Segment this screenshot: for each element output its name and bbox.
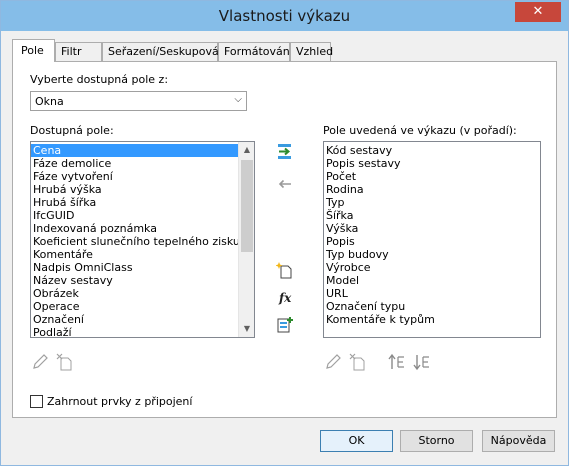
list-item[interactable]: Koeficient slunečního tepelného zisku (31, 235, 254, 248)
list-item[interactable]: Počet (324, 170, 540, 183)
source-value: Okna (35, 95, 64, 108)
edit-parameter-icon (326, 354, 341, 369)
move-down-icon (413, 355, 429, 371)
list-item[interactable]: Indexovaná poznámka (31, 222, 254, 235)
delete-available-button[interactable] (56, 353, 74, 371)
edit-parameter-icon (33, 354, 48, 369)
tab-formatovani[interactable]: Formátování (218, 42, 293, 61)
list-item[interactable]: Označení typu (324, 300, 540, 313)
list-item[interactable]: Popis sestavy (324, 157, 540, 170)
list-item[interactable]: Kód sestavy (324, 144, 540, 157)
add-parameter-button[interactable] (276, 143, 294, 161)
list-item[interactable]: Název sestavy (31, 274, 254, 287)
move-up-button[interactable] (388, 353, 406, 371)
available-scrollbar[interactable]: ▲ ▼ (238, 142, 254, 337)
scroll-up-icon[interactable]: ▲ (239, 142, 254, 158)
scheduled-fields-list[interactable]: Kód sestavy Popis sestavy Počet Rodina Typ Ší… (323, 141, 541, 338)
move-down-button[interactable] (413, 353, 431, 371)
scheduled-fields-label: Pole uvedená ve výkazu (v pořadí): (323, 124, 517, 137)
list-item[interactable]: Rodina (324, 183, 540, 196)
delete-parameter-icon (56, 353, 72, 371)
list-item[interactable]: Komentáře (31, 248, 254, 261)
list-item[interactable]: Komentáře k typům (324, 313, 540, 326)
move-up-icon (388, 353, 404, 369)
title-bar: Vlastnosti výkazu ✕ (1, 1, 568, 31)
tab-vzhled[interactable]: Vzhled (290, 42, 333, 61)
combine-parameters-button[interactable] (276, 316, 294, 334)
list-item[interactable]: Fáze vytvoření (31, 170, 254, 183)
list-item[interactable]: Typ (324, 196, 540, 209)
add-parameter-icon (278, 144, 291, 159)
window-title: Vlastnosti výkazu (218, 7, 351, 25)
tab-pole[interactable]: Pole (12, 39, 55, 62)
list-item[interactable]: Hrubá výška (31, 183, 254, 196)
calculated-value-icon: fx (278, 291, 292, 305)
scroll-down-icon[interactable]: ▼ (239, 321, 254, 337)
list-item[interactable]: Výška (324, 222, 540, 235)
remove-parameter-icon (278, 179, 291, 189)
list-item[interactable]: Obrázek (31, 287, 254, 300)
list-item[interactable]: Nadpis OmniClass (31, 261, 254, 274)
list-item[interactable]: Model (324, 274, 540, 287)
combine-parameters-icon (277, 317, 293, 333)
tab-razeni[interactable]: Seřazení/Seskupování (102, 42, 229, 61)
chevron-down-icon: ⌵ (234, 94, 242, 105)
list-item[interactable]: Fáze demolice (31, 157, 254, 170)
dialog-window: Vlastnosti výkazu ✕ Pole Filtr Seřazení/… (0, 0, 569, 466)
calculated-value-button[interactable]: fx (276, 289, 294, 307)
list-item[interactable]: Operace (31, 300, 254, 313)
available-fields-label: Dostupná pole: (30, 124, 114, 137)
ok-button[interactable]: OK (320, 430, 393, 452)
list-item[interactable]: Šířka (324, 209, 540, 222)
delete-scheduled-button[interactable] (349, 353, 367, 371)
new-parameter-icon (276, 262, 292, 279)
list-item[interactable]: Podlaží (31, 326, 254, 337)
list-item[interactable]: Výrobce (324, 261, 540, 274)
list-item[interactable]: URL (324, 287, 540, 300)
list-item[interactable]: Cena (31, 144, 254, 157)
help-button[interactable]: Nápověda (482, 430, 555, 452)
list-item[interactable]: IfcGUID (31, 209, 254, 222)
svg-text:fx: fx (278, 291, 292, 305)
source-dropdown[interactable]: Okna ⌵ (30, 91, 247, 111)
delete-parameter-icon (349, 353, 365, 371)
include-links-checkbox[interactable] (30, 395, 43, 408)
tab-filtr[interactable]: Filtr (55, 42, 102, 61)
list-item[interactable]: Označení (31, 313, 254, 326)
scroll-thumb[interactable] (241, 160, 253, 252)
list-item[interactable]: Hrubá šířka (31, 196, 254, 209)
include-links-label[interactable]: Zahrnout prvky z připojení (47, 395, 192, 408)
list-item[interactable]: Typ budovy (324, 248, 540, 261)
new-parameter-button[interactable] (276, 261, 294, 279)
source-label: Vyberte dostupná pole z: (30, 73, 169, 86)
edit-scheduled-button[interactable] (324, 353, 342, 371)
remove-parameter-button[interactable] (276, 175, 294, 193)
close-button[interactable]: ✕ (515, 2, 561, 22)
list-item[interactable]: Popis (324, 235, 540, 248)
edit-available-button[interactable] (31, 353, 49, 371)
cancel-button[interactable]: Storno (400, 430, 473, 452)
available-fields-list[interactable]: Cena Fáze demolice Fáze vytvoření Hrubá výš… (30, 141, 255, 338)
